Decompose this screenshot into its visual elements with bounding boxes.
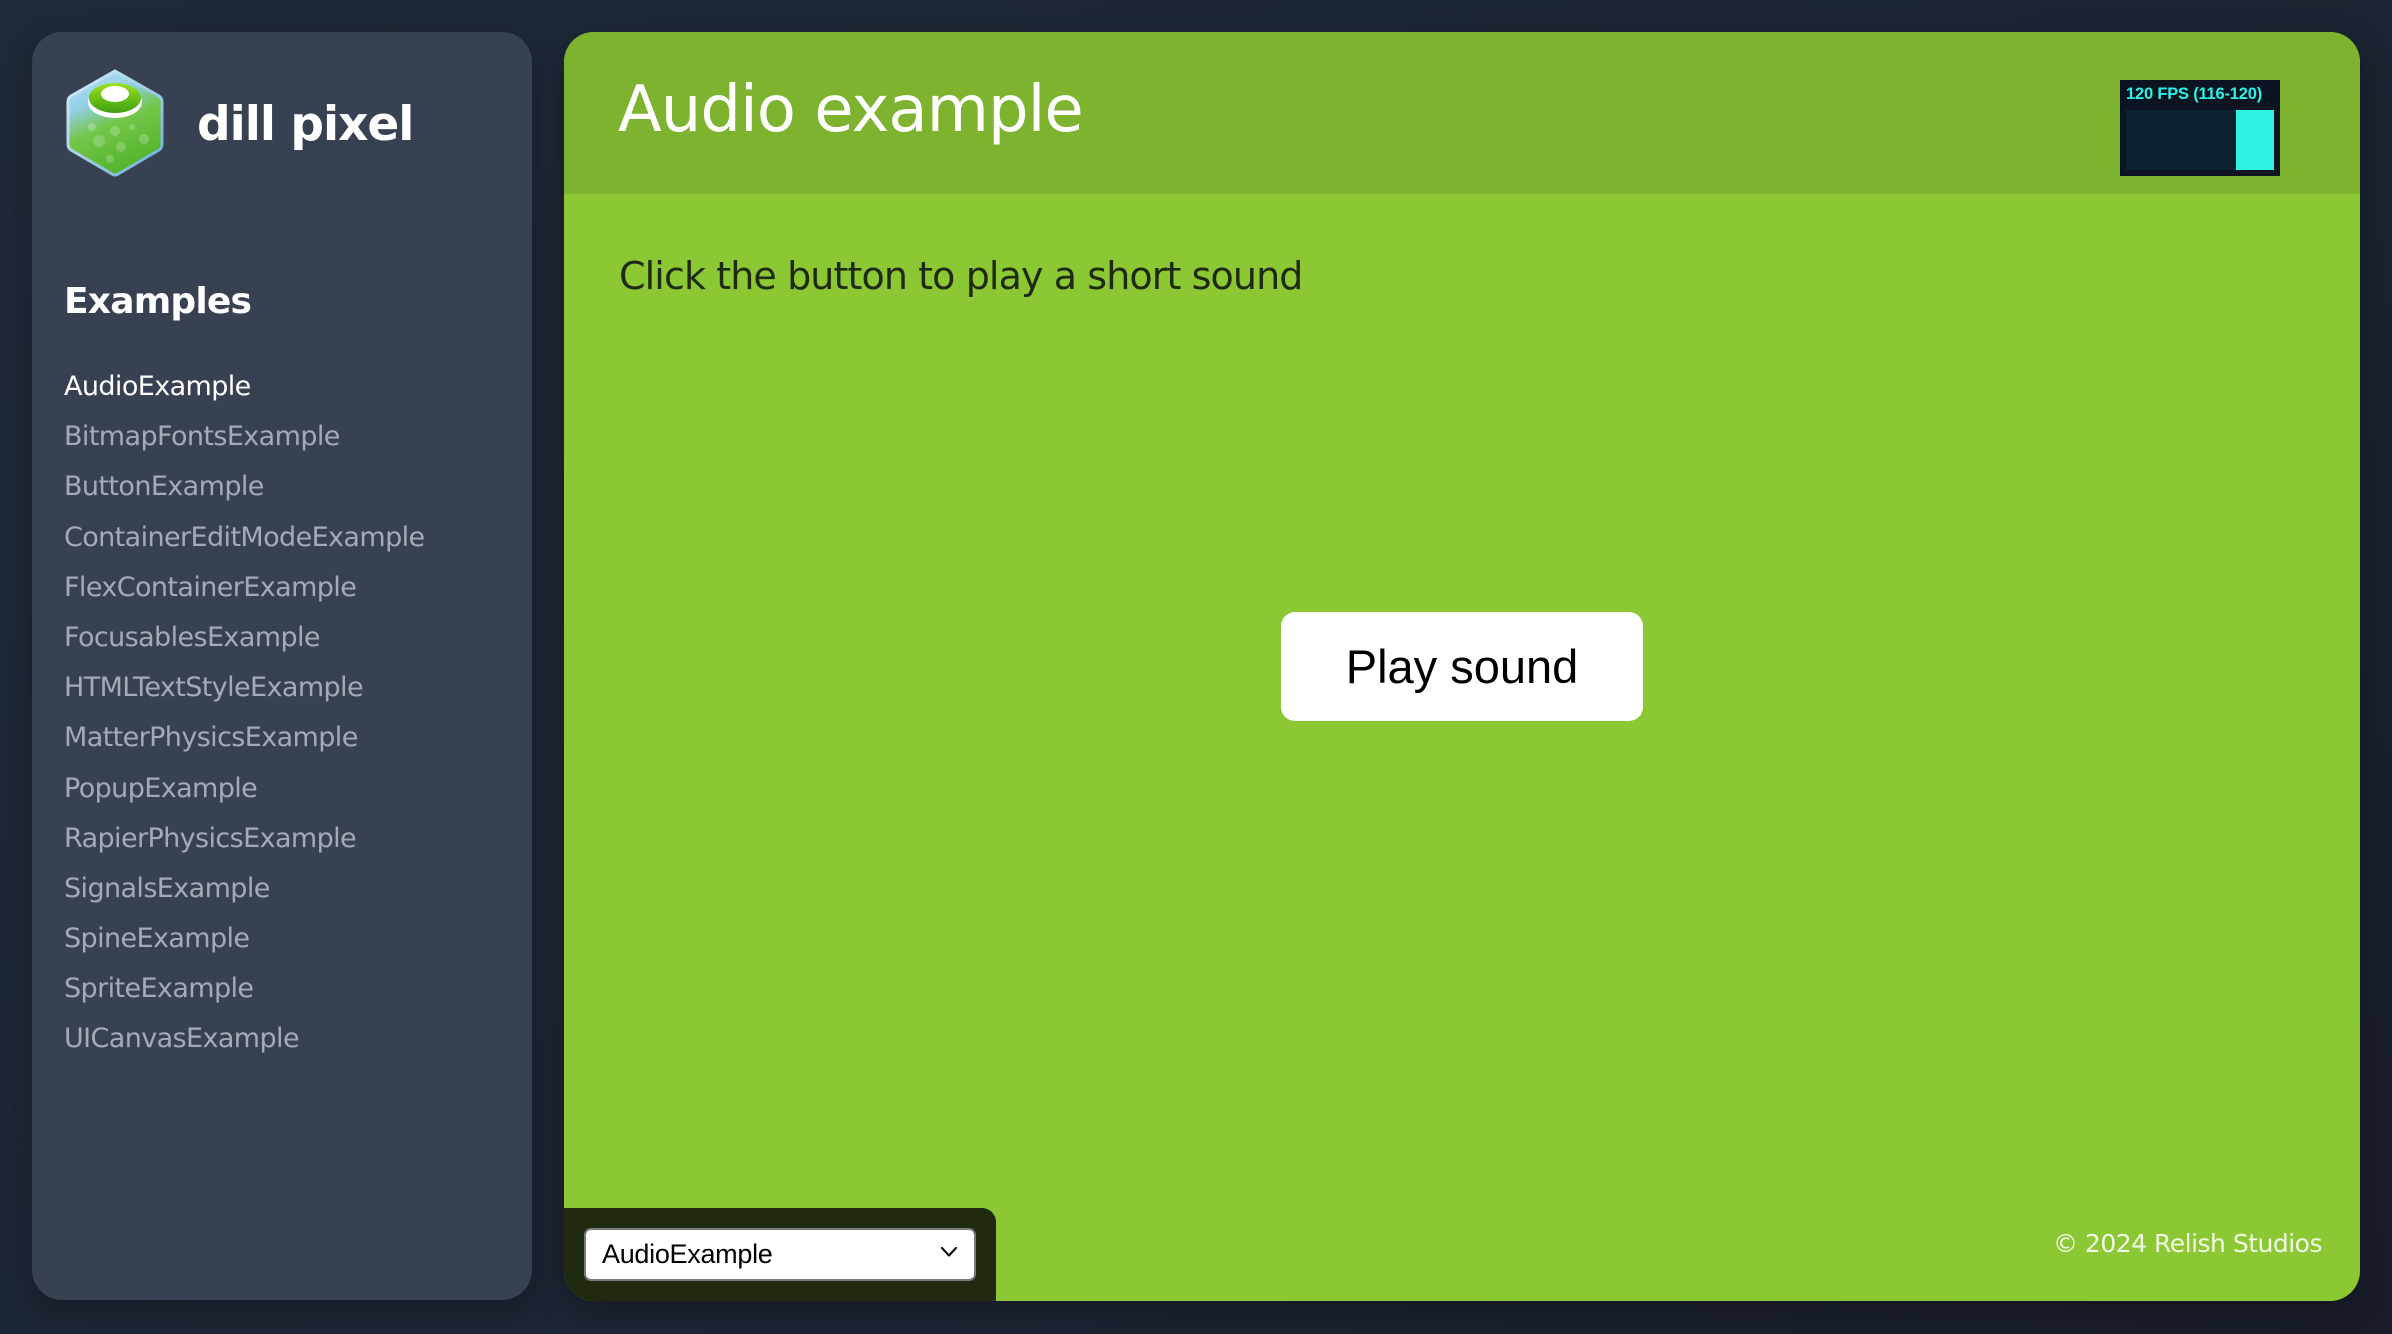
example-canvas[interactable]: Audio example 120 FPS (116-120) Click th…	[564, 32, 2360, 1301]
fps-meter: 120 FPS (116-120)	[2120, 80, 2280, 176]
fps-graph	[2126, 110, 2274, 170]
copyright-text: © 2024 Relish Studios	[2052, 1229, 2323, 1258]
sidebar-item-html-text-style-example[interactable]: HTMLTextStyleExample	[64, 663, 425, 713]
example-select-value: AudioExample	[602, 1239, 773, 1269]
sidebar-item-flex-container-example[interactable]: FlexContainerExample	[64, 563, 425, 613]
sidebar-item-audio-example[interactable]: AudioExample	[64, 362, 425, 412]
dill-pixel-logo-icon	[66, 69, 164, 177]
example-header: Audio example 120 FPS (116-120)	[564, 32, 2360, 194]
sidebar-item-rapier-physics-example[interactable]: RapierPhysicsExample	[64, 814, 425, 864]
chevron-down-icon	[940, 1246, 958, 1257]
fps-bar	[2236, 110, 2274, 170]
play-sound-button[interactable]: Play sound	[1281, 612, 1643, 721]
instructions-text: Click the button to play a short sound	[619, 254, 1303, 298]
example-list: AudioExample BitmapFontsExample ButtonEx…	[64, 362, 425, 1065]
sidebar-item-focusables-example[interactable]: FocusablesExample	[64, 613, 425, 663]
sidebar-item-popup-example[interactable]: PopupExample	[64, 764, 425, 814]
sidebar-item-button-example[interactable]: ButtonExample	[64, 462, 425, 512]
sidebar-item-bitmap-fonts-example[interactable]: BitmapFontsExample	[64, 412, 425, 462]
example-select[interactable]: AudioExample	[584, 1228, 976, 1281]
sidebar-item-matter-physics-example[interactable]: MatterPhysicsExample	[64, 713, 425, 763]
sidebar-item-signals-example[interactable]: SignalsExample	[64, 864, 425, 914]
brand-name: dill pixel	[197, 96, 414, 152]
example-selector-panel: AudioExample	[564, 1208, 996, 1301]
page-title: Audio example	[618, 73, 1084, 147]
fps-label: 120 FPS (116-120)	[2126, 85, 2263, 103]
sidebar-item-sprite-example[interactable]: SpriteExample	[64, 964, 425, 1014]
sidebar-item-spine-example[interactable]: SpineExample	[64, 914, 425, 964]
sidebar: dill pixel Examples AudioExample BitmapF…	[32, 32, 532, 1300]
brand[interactable]: dill pixel	[66, 68, 414, 178]
examples-heading: Examples	[64, 281, 252, 322]
sidebar-item-ui-canvas-example[interactable]: UICanvasExample	[64, 1014, 425, 1064]
sidebar-item-container-edit-mode-example[interactable]: ContainerEditModeExample	[64, 513, 425, 563]
